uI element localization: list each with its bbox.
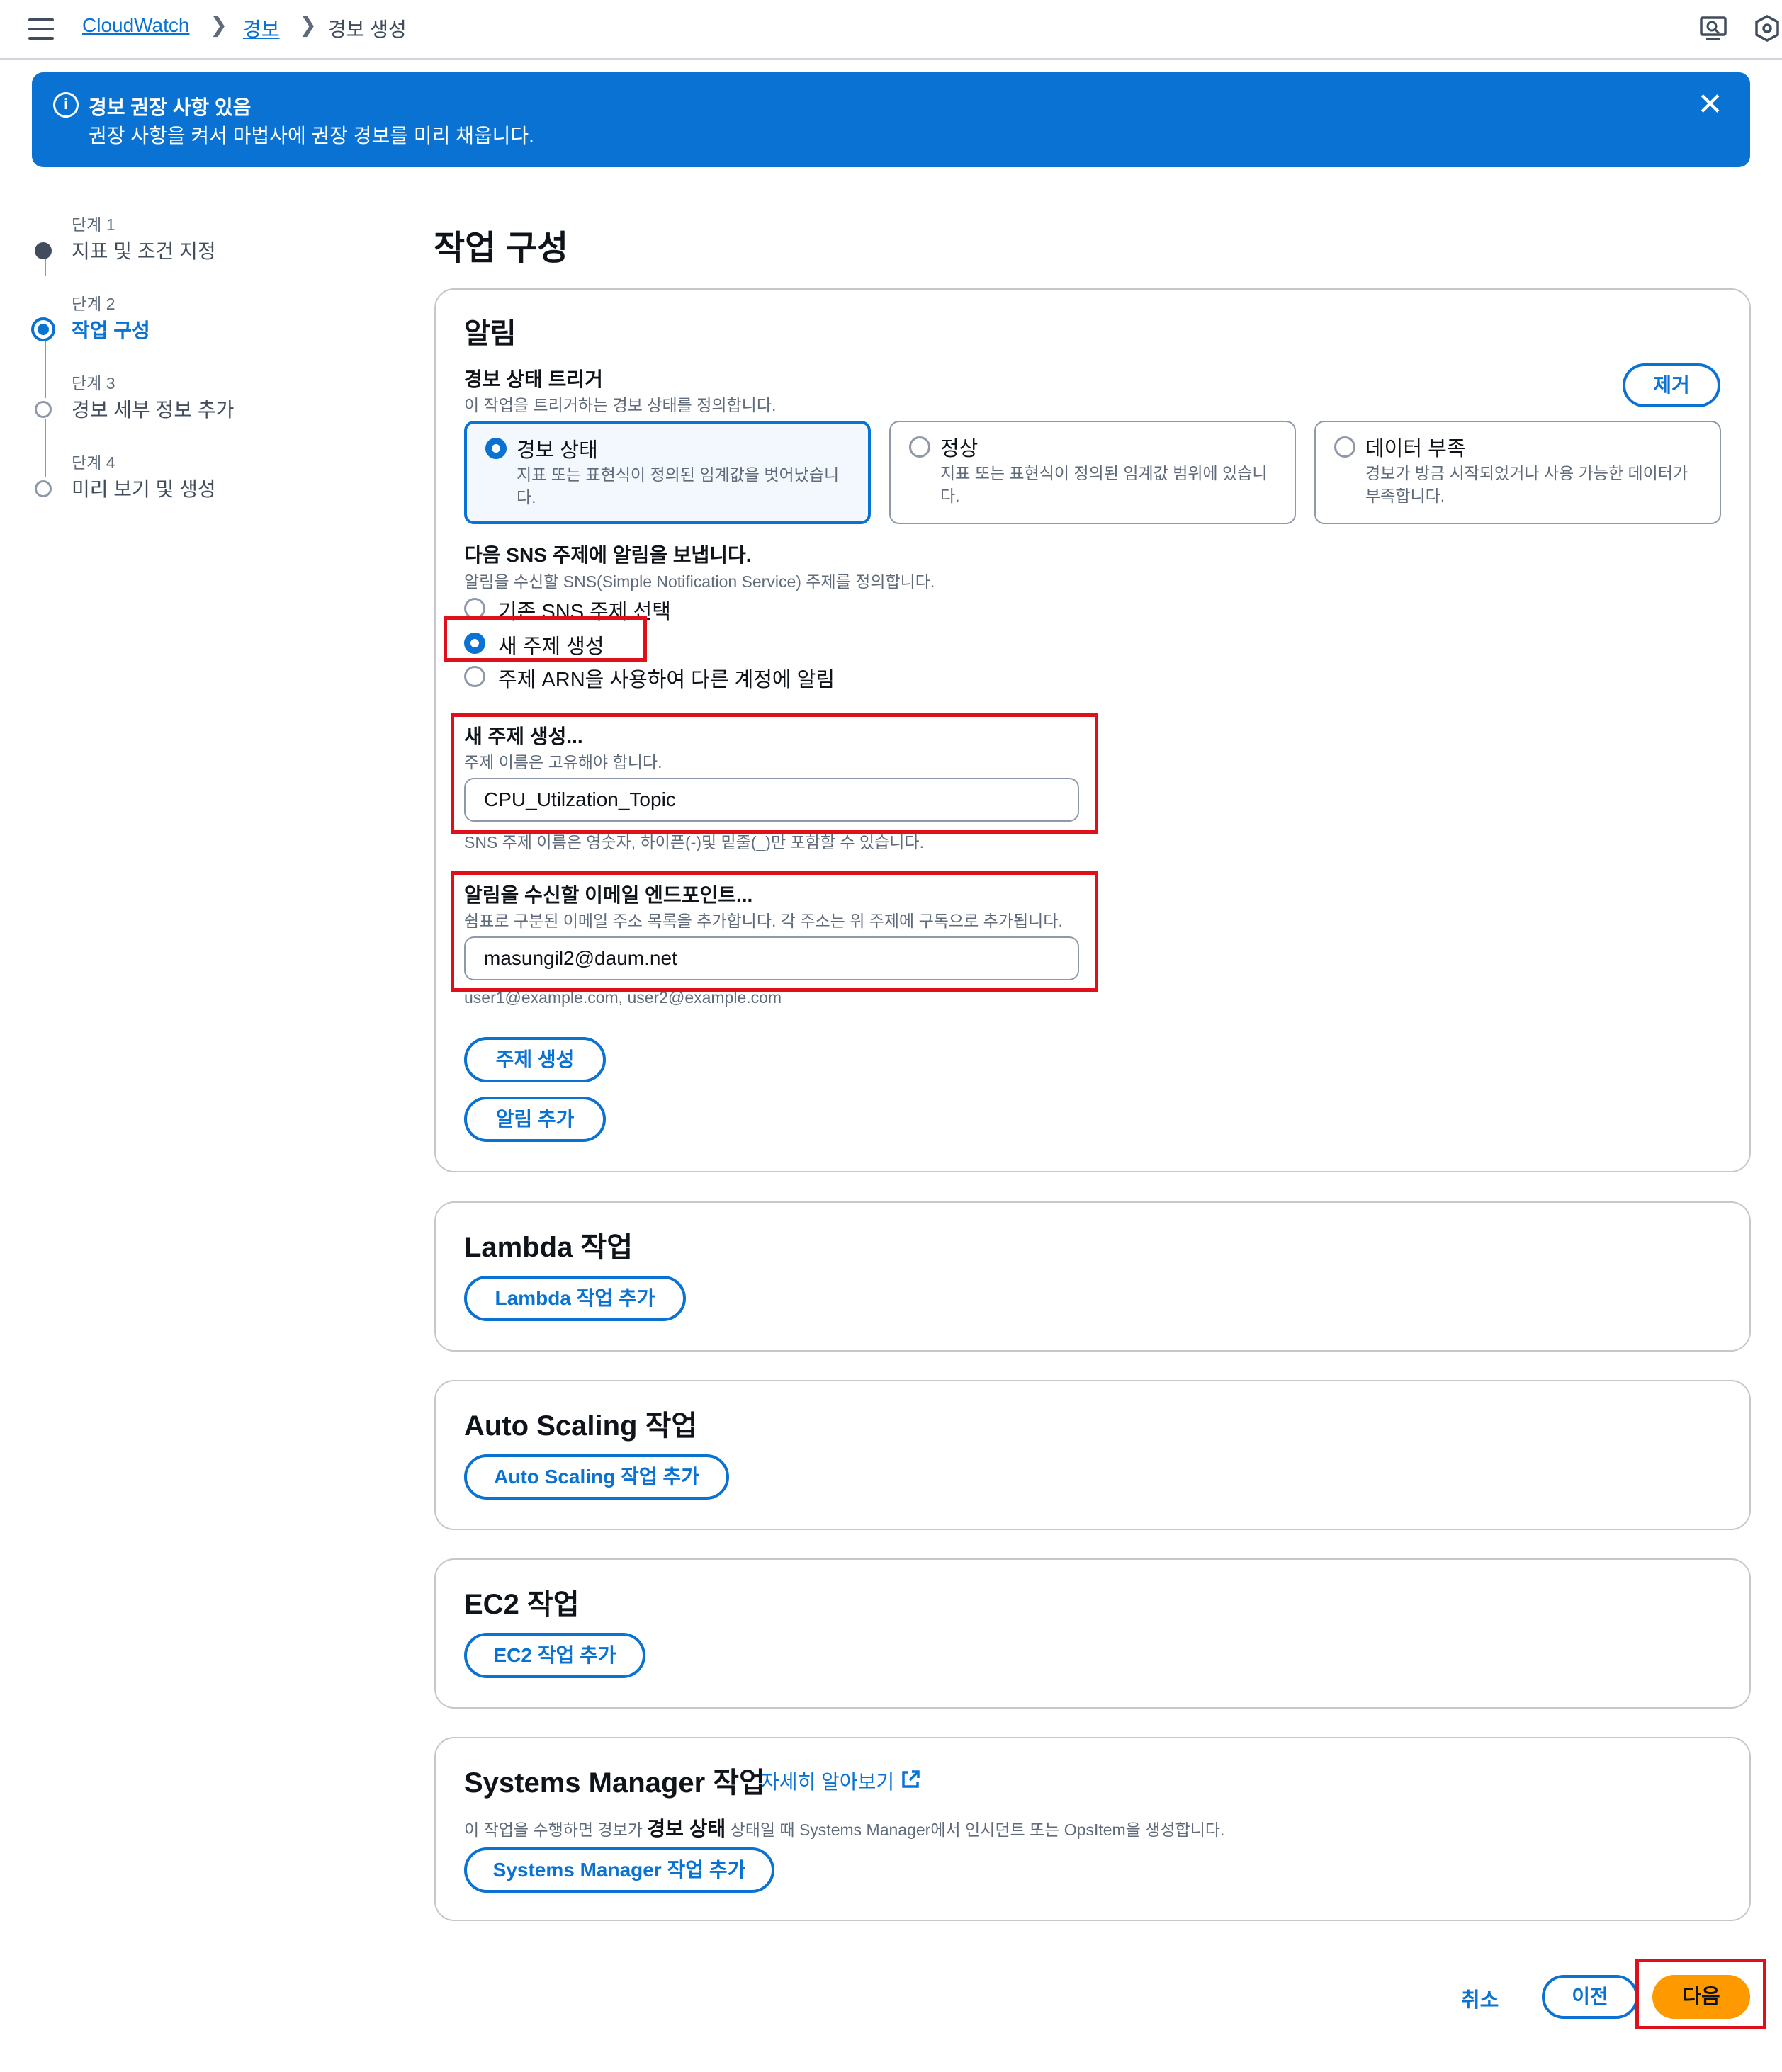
settings-icon[interactable]	[1754, 14, 1780, 43]
breadcrumb-current: 경보 생성	[328, 18, 407, 40]
flash-title: 경보 권장 사항 있음	[89, 96, 252, 118]
highlight-box	[444, 616, 647, 662]
chevron-right-icon: ❯	[210, 13, 228, 37]
chevron-right-icon: ❯	[299, 13, 317, 37]
sns-label: 다음 SNS 주제에 알림을 보냅니다.	[464, 544, 752, 566]
step-connector	[45, 419, 46, 477]
screen-search-icon[interactable]	[1699, 16, 1727, 41]
highlight-box	[451, 871, 1098, 992]
ssm-title: Systems Manager 작업	[464, 1767, 765, 1799]
trigger-description: 이 작업을 트리거하는 경보 상태를 정의합니다.	[464, 396, 777, 414]
step-complete-icon	[35, 242, 52, 259]
state-tile-alarm[interactable]: 경보 상태 지표 또는 표현식이 정의된 임계값을 벗어났습니다.	[464, 421, 871, 524]
state-name: 데이터 부족	[1365, 438, 1466, 460]
state-name: 경보 상태	[517, 439, 598, 462]
breadcrumb-alarms[interactable]: 경보	[243, 14, 280, 43]
ssm-desc-after: 상태일 때 Systems Manager에서 인시던트 또는 OpsItem을…	[730, 1821, 1225, 1839]
notification-title: 알림	[464, 318, 517, 349]
step-pending-icon	[35, 401, 52, 418]
top-navigation-bar: CloudWatch ❯ 경보 ❯ 경보 생성	[0, 0, 1782, 60]
step-current-icon	[31, 317, 55, 341]
highlight-box	[1635, 1959, 1766, 2029]
ec2-container	[434, 1558, 1751, 1709]
state-description: 지표 또는 표현식이 정의된 임계값을 벗어났습니다.	[517, 465, 840, 506]
close-icon[interactable]: ✕	[1697, 89, 1723, 120]
cancel-button[interactable]: 취소	[1461, 1983, 1499, 2013]
add-ec2-action-button[interactable]: EC2 작업 추가	[464, 1633, 645, 1678]
trigger-label: 경보 상태 트리거	[464, 368, 603, 390]
info-icon: i	[53, 92, 79, 118]
page-title: 작업 구성	[434, 230, 568, 267]
add-lambda-action-button[interactable]: Lambda 작업 추가	[464, 1276, 686, 1321]
state-tile-ok[interactable]: 정상 지표 또는 표현식이 정의된 임계값 범위에 있습니다.	[889, 421, 1296, 524]
step-3-name: 경보 세부 정보 추가	[72, 399, 235, 421]
step-3-label: 단계 3	[72, 374, 115, 392]
breadcrumb-cloudwatch[interactable]: CloudWatch	[82, 14, 189, 37]
state-tile-insufficient-data[interactable]: 데이터 부족 경보가 방금 시작되었거나 사용 가능한 데이터가 부족합니다.	[1314, 421, 1721, 524]
remove-button[interactable]: 제거	[1623, 363, 1720, 407]
add-autoscaling-action-button[interactable]: Auto Scaling 작업 추가	[464, 1454, 729, 1500]
step-pending-icon	[35, 480, 52, 497]
radio-unselected[interactable]	[1334, 436, 1355, 458]
state-description: 경보가 방금 시작되었거나 사용 가능한 데이터가 부족합니다.	[1365, 464, 1688, 505]
step-2-label: 단계 2	[72, 295, 115, 313]
state-name: 정상	[940, 438, 979, 460]
create-topic-button[interactable]: 주제 생성	[464, 1037, 606, 1082]
radio-unselected[interactable]	[909, 436, 930, 458]
ssm-description: 이 작업을 수행하면 경보가 경보 상태 상태일 때 Systems Manag…	[464, 1813, 1224, 1842]
lambda-title: Lambda 작업	[464, 1232, 633, 1263]
step-4-name: 미리 보기 및 생성	[72, 478, 216, 500]
highlight-box	[451, 713, 1098, 834]
learn-more-link[interactable]: 자세히 알아보기	[761, 1767, 894, 1795]
step-1-name[interactable]: 지표 및 조건 지정	[72, 236, 216, 264]
sns-arn-option[interactable]: 주제 ARN을 사용하여 다른 계정에 알림	[498, 663, 835, 693]
add-notification-button[interactable]: 알림 추가	[464, 1097, 606, 1142]
flash-message: 권장 사항을 켜서 마법사에 권장 경보를 미리 채웁니다.	[89, 125, 534, 147]
add-ssm-action-button[interactable]: Systems Manager 작업 추가	[464, 1847, 774, 1893]
step-connector	[45, 340, 46, 398]
menu-icon[interactable]	[28, 18, 54, 40]
autoscaling-title: Auto Scaling 작업	[464, 1410, 698, 1442]
step-4-label: 단계 4	[72, 453, 115, 472]
sns-arn-radio[interactable]	[464, 666, 485, 687]
step-2-name: 작업 구성	[72, 319, 150, 341]
state-description: 지표 또는 표현식이 정의된 임계값 범위에 있습니다.	[940, 464, 1268, 505]
radio-selected[interactable]	[485, 438, 507, 459]
recommendation-flashbar: i 경보 권장 사항 있음 권장 사항을 켜서 마법사에 권장 경보를 미리 채…	[32, 72, 1750, 167]
previous-button[interactable]: 이전	[1542, 1975, 1638, 2019]
sns-description: 알림을 수신할 SNS(Simple Notification Service)…	[464, 572, 935, 591]
ec2-title: EC2 작업	[464, 1589, 580, 1620]
step-1-label: 단계 1	[72, 215, 115, 234]
ssm-desc-before: 이 작업을 수행하면 경보가	[464, 1821, 643, 1839]
ssm-desc-state: 경보 상태	[647, 1818, 726, 1840]
external-link-icon[interactable]	[900, 1769, 921, 1790]
